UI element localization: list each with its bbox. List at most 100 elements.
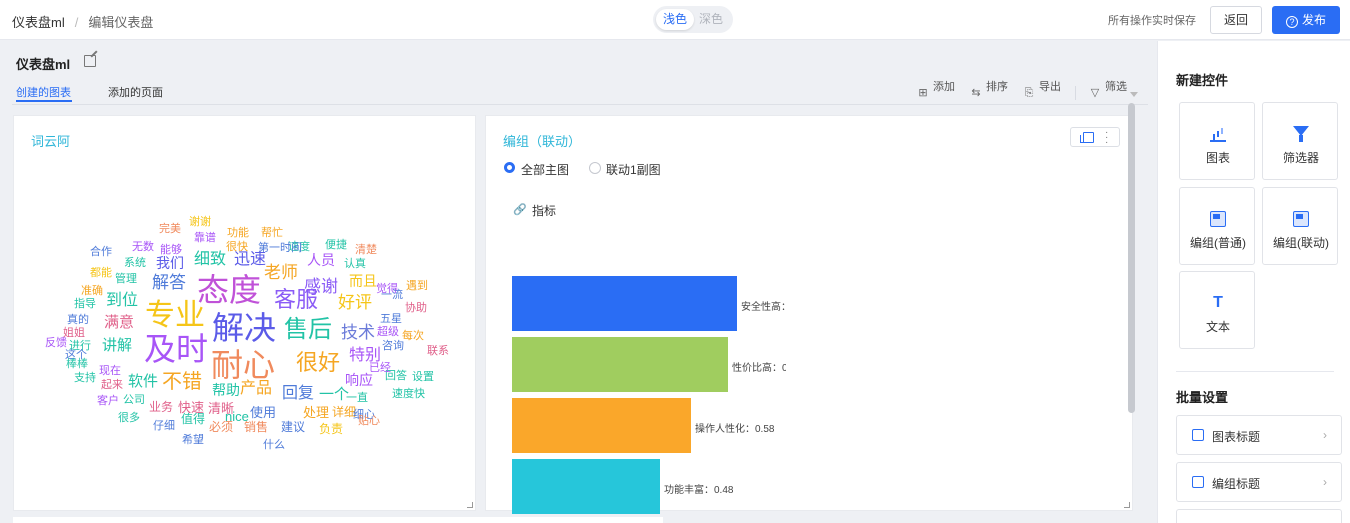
- theme-toggle[interactable]: 浅色 深色: [653, 6, 733, 33]
- batch-chart-title-row[interactable]: 图表标题 ›: [1176, 415, 1342, 455]
- word-57: 一流: [381, 289, 403, 301]
- word-32: 使用: [250, 405, 277, 420]
- bar-label-功能丰富: 功能丰富：0.48: [664, 485, 734, 496]
- dashboard-title: 仪表盘ml: [16, 57, 71, 72]
- radio-linked-sub[interactable]: 联动1副图: [589, 161, 661, 178]
- export-icon: ⎘: [1024, 87, 1034, 99]
- word-33: 处理: [303, 405, 330, 420]
- resize-handle-icon[interactable]: [1124, 502, 1130, 508]
- export-tool-label: 导出: [1039, 81, 1061, 93]
- word-59: 清楚: [355, 244, 377, 256]
- word-51: 每次: [402, 330, 424, 342]
- bar-label-操作人性化: 操作人性化：0.58: [695, 424, 775, 435]
- bar-label-安全性高: 安全性高：: [741, 302, 791, 313]
- word-12: 老师: [264, 263, 298, 282]
- new-group-linked-control[interactable]: 编组(联动): [1262, 187, 1338, 265]
- bar-操作人性化[interactable]: [512, 398, 691, 453]
- autosave-note: 所有操作实时保存: [1108, 15, 1196, 27]
- word-1: 解决: [212, 310, 277, 346]
- word-14: 好评: [338, 293, 372, 312]
- word-76: 指导: [74, 298, 96, 310]
- copy-icon[interactable]: [1080, 132, 1094, 143]
- breadcrumb-separator: /: [74, 15, 79, 30]
- word-71: 合作: [90, 246, 112, 258]
- new-group-linked-label: 编组(联动): [1273, 236, 1329, 250]
- breadcrumb-root[interactable]: 仪表盘ml: [12, 15, 65, 30]
- new-filter-control[interactable]: 筛选器: [1262, 102, 1338, 180]
- wordcloud-panel: 词云阿 解决 耐心 及时 态度 专业 售后 客服 很好 不错 感谢 解答 老师 技术 好评 特别 细致 迅速 到位…: [13, 115, 476, 511]
- filter-caret-icon[interactable]: [1130, 92, 1138, 97]
- tab-created-charts[interactable]: 创建的图表: [16, 84, 72, 102]
- word-41: 一直: [346, 392, 368, 404]
- filter-icon: ▽: [1090, 87, 1100, 99]
- export-tool[interactable]: ⎘ 导出: [1025, 81, 1063, 100]
- word-73: 都能: [90, 267, 112, 279]
- theme-dark-option[interactable]: 深色: [692, 9, 730, 30]
- add-tool-label: 添加: [933, 81, 955, 93]
- group-normal-icon: [1210, 211, 1226, 227]
- word-35: 值得: [181, 412, 206, 426]
- theme-light-option[interactable]: 浅色: [656, 9, 694, 30]
- word-17: 迅速: [234, 251, 267, 268]
- chart-title-icon: [1192, 429, 1204, 441]
- sort-tool[interactable]: ⇆ 排序: [971, 82, 1010, 100]
- word-69: 无数: [132, 241, 154, 253]
- new-group-normal-control[interactable]: 编组(普通): [1179, 187, 1255, 265]
- word-27: 我们: [156, 255, 184, 271]
- back-button[interactable]: 返回: [1210, 6, 1262, 34]
- word-60: 便捷: [325, 239, 347, 251]
- add-tool[interactable]: ⊞ 添加: [918, 81, 957, 100]
- filter-tool[interactable]: ▽ 筛选: [1091, 82, 1129, 100]
- add-icon: ⊞: [918, 87, 928, 99]
- new-text-control[interactable]: T 文本: [1179, 271, 1255, 349]
- word-19: 满意: [104, 314, 135, 331]
- new-chart-control[interactable]: 图表: [1179, 102, 1255, 180]
- resize-handle-icon[interactable]: [467, 502, 473, 508]
- word-49: 咨询: [382, 340, 404, 352]
- word-47: 设置: [412, 371, 434, 383]
- word-89: 仔细: [153, 420, 175, 432]
- batch-more-row[interactable]: [1176, 509, 1342, 523]
- radio-all-main[interactable]: 全部主图: [504, 161, 569, 178]
- word-77: 真的: [67, 314, 89, 326]
- new-chart-label: 图表: [1205, 151, 1230, 165]
- word-74: 管理: [115, 273, 137, 285]
- bar-label-性价比高: 性价比高：0.7: [732, 363, 786, 374]
- help-circle-icon: ?: [1285, 16, 1298, 28]
- word-23: 产品: [240, 380, 273, 397]
- right-sidebar: 新建控件 图表 筛选器 编组(普通) 编组(联动) T 文本 批量设置 图表标题…: [1157, 41, 1350, 523]
- tab-added-pages[interactable]: 添加的页面: [108, 84, 163, 100]
- word-6: 售后: [284, 316, 332, 343]
- word-9: 不错: [162, 371, 202, 393]
- word-28: 人员: [307, 252, 335, 268]
- word-43: 贴心: [358, 415, 380, 427]
- more-icon[interactable]: · · ·: [1105, 128, 1109, 148]
- word-70: 能够: [160, 244, 182, 256]
- toolbar-divider: [1075, 86, 1076, 100]
- link-icon: 🔗: [513, 204, 527, 216]
- bar-性价比高[interactable]: [512, 337, 728, 392]
- word-66: 谢谢: [189, 216, 211, 228]
- bar-功能丰富[interactable]: [512, 459, 660, 514]
- publish-label: 发布: [1301, 13, 1326, 27]
- edit-icon[interactable]: [84, 55, 96, 67]
- batch-settings-header: 批量设置: [1176, 390, 1229, 405]
- word-83: 支持: [74, 372, 96, 384]
- word-45: 速度快: [392, 388, 425, 400]
- breadcrumb: 仪表盘ml / 编辑仪表盘: [12, 12, 153, 31]
- word-48: 联系: [427, 345, 449, 357]
- group-controls: · · ·: [1070, 127, 1120, 148]
- word-25: 帮助: [212, 382, 240, 398]
- bar-安全性高[interactable]: [512, 276, 737, 331]
- filter-icon: [1293, 126, 1309, 142]
- batch-chart-title-label: 图表标题: [1212, 430, 1261, 444]
- word-26: 响应: [345, 372, 373, 388]
- word-16: 细致: [194, 251, 227, 268]
- word-21: 软件: [128, 373, 159, 390]
- word-13: 技术: [341, 323, 375, 342]
- batch-group-title-row[interactable]: 编组标题 ›: [1176, 462, 1342, 502]
- word-80: 反馈: [45, 337, 67, 349]
- vertical-scrollbar[interactable]: [1128, 103, 1135, 413]
- new-filter-label: 筛选器: [1282, 151, 1319, 165]
- publish-button[interactable]: ? 发布: [1272, 6, 1340, 34]
